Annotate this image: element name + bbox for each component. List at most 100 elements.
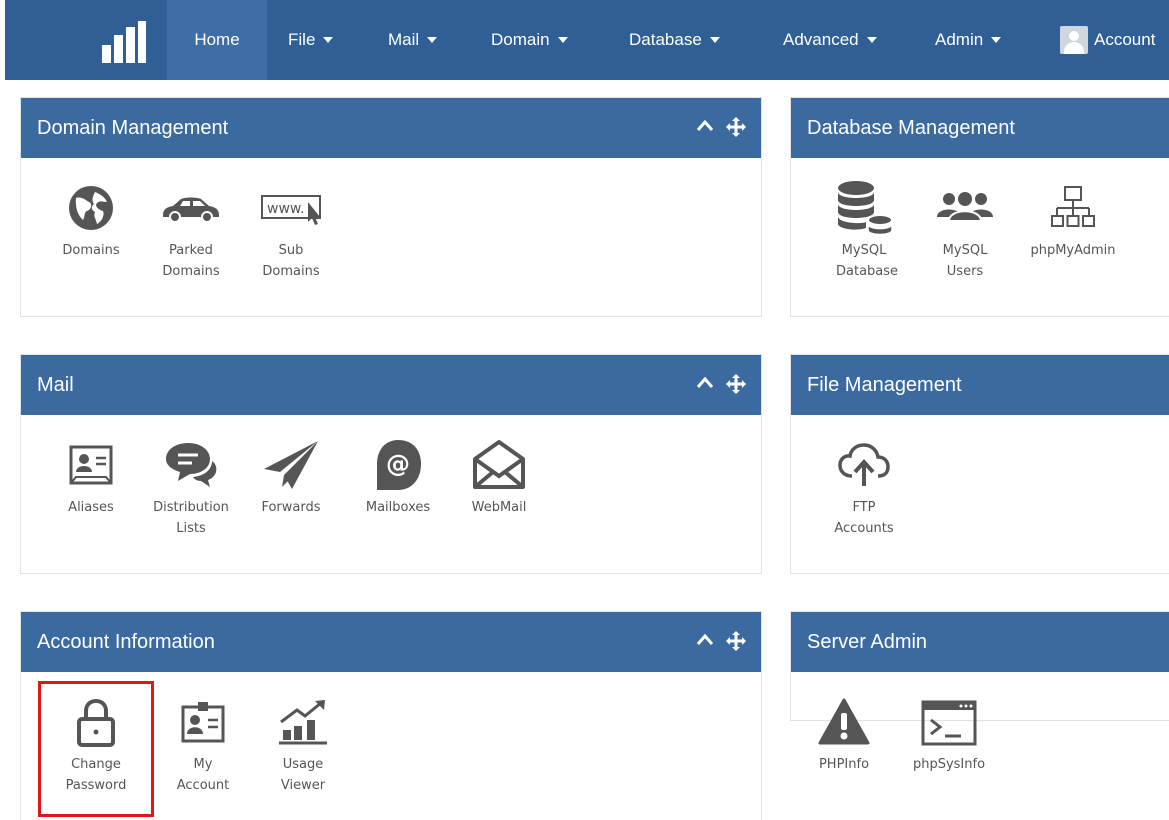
aliases-tile[interactable]: Aliases [43,433,139,518]
avatar [1060,26,1088,54]
chevron-down-icon [557,37,568,43]
nav-domain[interactable]: Domain [491,0,568,80]
webmail-tile[interactable]: WebMail [451,433,547,518]
ftp-accounts-tile[interactable]: FTP Accounts [816,433,912,539]
panel-title: Database Management [807,116,1015,139]
panel-header: Server Admin [791,612,1169,672]
padlock-icon [77,698,115,747]
chevron-down-icon [427,37,438,43]
change-password-tile[interactable]: Change Password [38,681,154,817]
phpinfo-tile[interactable]: PHPInfo [796,690,892,775]
tile-label: Change Password [65,757,127,793]
tile-label: Parked Domains [162,243,220,279]
nav-home-label: Home [194,30,240,49]
forwards-tile[interactable]: Forwards [243,433,339,518]
warning-icon [818,698,870,745]
tile-label: Distribution Lists [153,500,229,536]
nav-admin-label: Admin [935,30,984,49]
chevron-up-icon[interactable] [695,116,715,136]
cloud-upload-icon [838,443,890,486]
id-card-icon [69,445,113,485]
sub-domains-tile[interactable]: www. Sub Domains [243,176,339,282]
domains-tile[interactable]: Domains [43,176,139,261]
account-information-panel: Account Information Change Password My A… [20,611,762,820]
chevron-down-icon [866,37,877,43]
move-arrows-icon[interactable] [725,373,747,395]
tile-label: FTP Accounts [834,500,894,536]
chevron-down-icon [991,37,1002,43]
bar-chart-icon [279,700,327,745]
nav-account[interactable]: Account [1060,0,1155,80]
chevron-up-icon[interactable] [695,373,715,393]
parked-domains-tile[interactable]: Parked Domains [143,176,239,282]
logo-bars-icon[interactable] [102,21,146,63]
tile-label: Mailboxes [365,500,431,515]
phpmyadmin-tile[interactable]: phpMyAdmin [1025,176,1121,261]
server-admin-panel: Server Admin PHPInfo phpSysInfo [790,611,1169,772]
nav-admin[interactable]: Admin [935,0,1002,80]
nav-advanced[interactable]: Advanced [783,0,877,80]
car-icon [163,197,219,223]
panel-title: Account Information [37,630,215,653]
phpsysinfo-tile[interactable]: phpSysInfo [901,690,997,775]
domain-management-panel: Domain Management Domains Parked Domains… [20,97,762,317]
panel-header: Domain Management [21,98,761,158]
mailboxes-tile[interactable]: @ Mailboxes [350,433,446,518]
nav-account-label: Account [1094,30,1156,49]
nav-database[interactable]: Database [629,0,720,80]
panel-title: Server Admin [807,630,928,653]
paper-plane-icon [264,441,318,489]
users-icon [937,192,993,222]
panel-title: Domain Management [37,116,229,139]
mail-panel: Mail Aliases Distribution Lists Forwards… [20,354,762,574]
nav-file-label: File [288,30,316,49]
tile-label: Sub Domains [262,243,320,279]
usage-viewer-tile[interactable]: Usage Viewer [255,690,351,796]
my-account-tile[interactable]: My Account [155,690,251,796]
panel-header: Database Management [791,98,1169,158]
tile-label: MySQL Users [942,243,988,279]
svg-text:www.: www. [267,201,305,217]
panel-title: File Management [807,373,962,396]
database-management-panel: Database Management MySQL Database MySQL… [790,97,1169,317]
chevron-down-icon [709,37,720,43]
tile-label: Aliases [68,500,114,515]
nav-mail[interactable]: Mail [388,0,438,80]
nav-file[interactable]: File [288,0,334,80]
chevron-up-icon[interactable] [695,630,715,650]
tile-label: phpSysInfo [912,757,986,772]
panel-header: Mail [21,355,761,415]
nav-database-label: Database [629,30,702,49]
top-navbar: Home File Mail Domain Database Advanced … [5,0,1169,80]
file-management-panel: File Management FTP Accounts [790,354,1169,574]
sitemap-icon [1051,186,1095,227]
mysql-users-tile[interactable]: MySQL Users [917,176,1013,282]
tile-label: phpMyAdmin [1030,243,1116,258]
mysql-database-tile[interactable]: MySQL Database [816,176,912,282]
terminal-icon [921,700,977,746]
move-arrows-icon[interactable] [725,630,747,652]
panel-title: Mail [37,373,74,396]
panel-header: File Management [791,355,1169,415]
distribution-lists-tile[interactable]: Distribution Lists [143,433,239,539]
nav-advanced-label: Advanced [783,30,859,49]
tile-label: Domains [62,243,120,258]
tile-label: PHPInfo [818,757,870,772]
tile-label: My Account [176,757,230,793]
www-icon: www. [261,195,321,225]
tile-label: WebMail [471,500,527,515]
nav-home[interactable]: Home [167,0,267,80]
nav-domain-label: Domain [491,30,550,49]
id-badge-icon [181,702,225,743]
database-icon [838,181,893,236]
tile-label: Forwards [261,500,321,515]
move-arrows-icon[interactable] [725,116,747,138]
nav-mail-label: Mail [388,30,420,49]
tile-label: MySQL Database [836,243,899,279]
chat-bubbles-icon [166,443,217,487]
globe-icon [69,186,113,230]
chevron-down-icon [323,37,334,43]
at-sign-icon: @ [377,440,421,490]
svg-text:@: @ [386,450,410,478]
tile-label: Usage Viewer [280,757,326,793]
